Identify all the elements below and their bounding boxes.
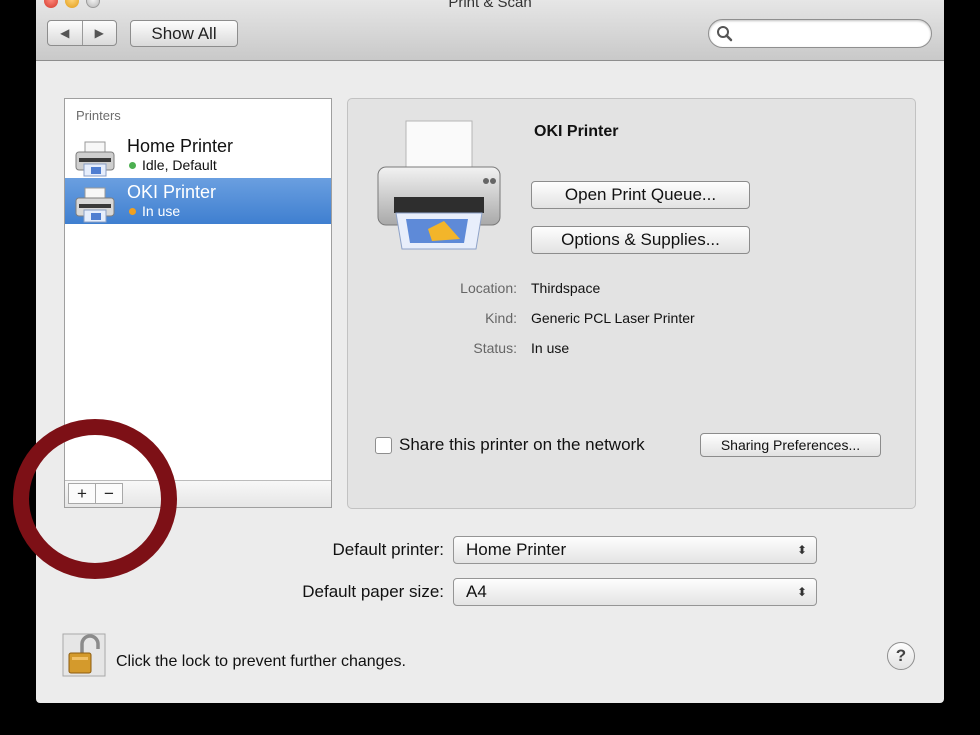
lock-icon[interactable] [62,633,106,677]
back-arrow-icon: ◀ [60,26,70,40]
printer-list-header: Printers [76,108,121,123]
printer-detail-title: OKI Printer [534,123,619,140]
printer-list-toolbar: + − [65,480,331,507]
help-button[interactable]: ? [887,642,915,670]
printer-status: In use [129,203,180,219]
status-dot-icon [129,207,136,215]
status-dot-icon [129,161,136,169]
open-print-queue-button[interactable]: Open Print Queue... [531,181,750,209]
location-value: Thirdspace [531,280,601,296]
forward-arrow-icon: ▶ [94,26,104,40]
default-printer-value: Home Printer [466,540,567,559]
printer-icon [75,141,115,177]
add-printer-button[interactable]: + [68,483,96,504]
printer-detail-pane: OKI Printer Open Print Queue... Options … [347,98,916,509]
back-button[interactable]: ◀ [48,21,83,45]
printer-status: Idle, Default [129,157,217,173]
printer-status-text: In use [142,203,181,219]
location-label: Location: [460,280,517,296]
popup-arrows-icon: ⬍ [796,543,807,557]
printer-name: Home Printer [127,136,234,156]
kind-label: Kind: [485,310,517,326]
default-printer-popup[interactable]: Home Printer ⬍ [453,536,817,564]
lock-message: Click the lock to prevent further change… [116,653,406,670]
print-scan-window: Print & Scan ◀ ▶ Show All Printers Home … [36,0,944,703]
printer-name: OKI Printer [127,182,217,202]
title-bar: Print & Scan ◀ ▶ Show All [36,0,944,61]
default-paper-size-label: Default paper size: [302,582,444,601]
popup-arrows-icon: ⬍ [796,585,807,599]
back-forward-control: ◀ ▶ [47,20,117,46]
default-printer-label: Default printer: [332,540,445,559]
kind-value: Generic PCL Laser Printer [531,310,695,326]
window-title: Print & Scan [448,0,532,11]
share-printer-checkbox[interactable] [375,437,392,454]
share-printer-label[interactable]: Share this printer on the network [399,435,645,455]
show-all-button[interactable]: Show All [130,20,238,47]
search-field[interactable] [708,19,932,48]
remove-printer-button[interactable]: − [95,483,123,504]
default-paper-size-popup[interactable]: A4 ⬍ [453,578,817,606]
printer-status-text: Idle, Default [142,157,217,173]
forward-button[interactable]: ▶ [83,21,117,45]
printer-large-icon [377,120,501,250]
default-paper-size-value: A4 [466,582,487,601]
status-value: In use [531,340,570,356]
printer-list-item-oki-printer[interactable]: OKI Printer In use [65,178,331,224]
options-supplies-button[interactable]: Options & Supplies... [531,226,750,254]
sharing-preferences-button[interactable]: Sharing Preferences... [700,433,881,457]
printer-icon [75,187,115,223]
search-input[interactable] [737,24,921,45]
printer-list: Printers Home Printer Idle, Default OKI … [64,98,332,508]
status-label: Status: [473,340,517,356]
search-icon [717,26,733,42]
printer-list-item-home-printer[interactable]: Home Printer Idle, Default [65,132,331,178]
